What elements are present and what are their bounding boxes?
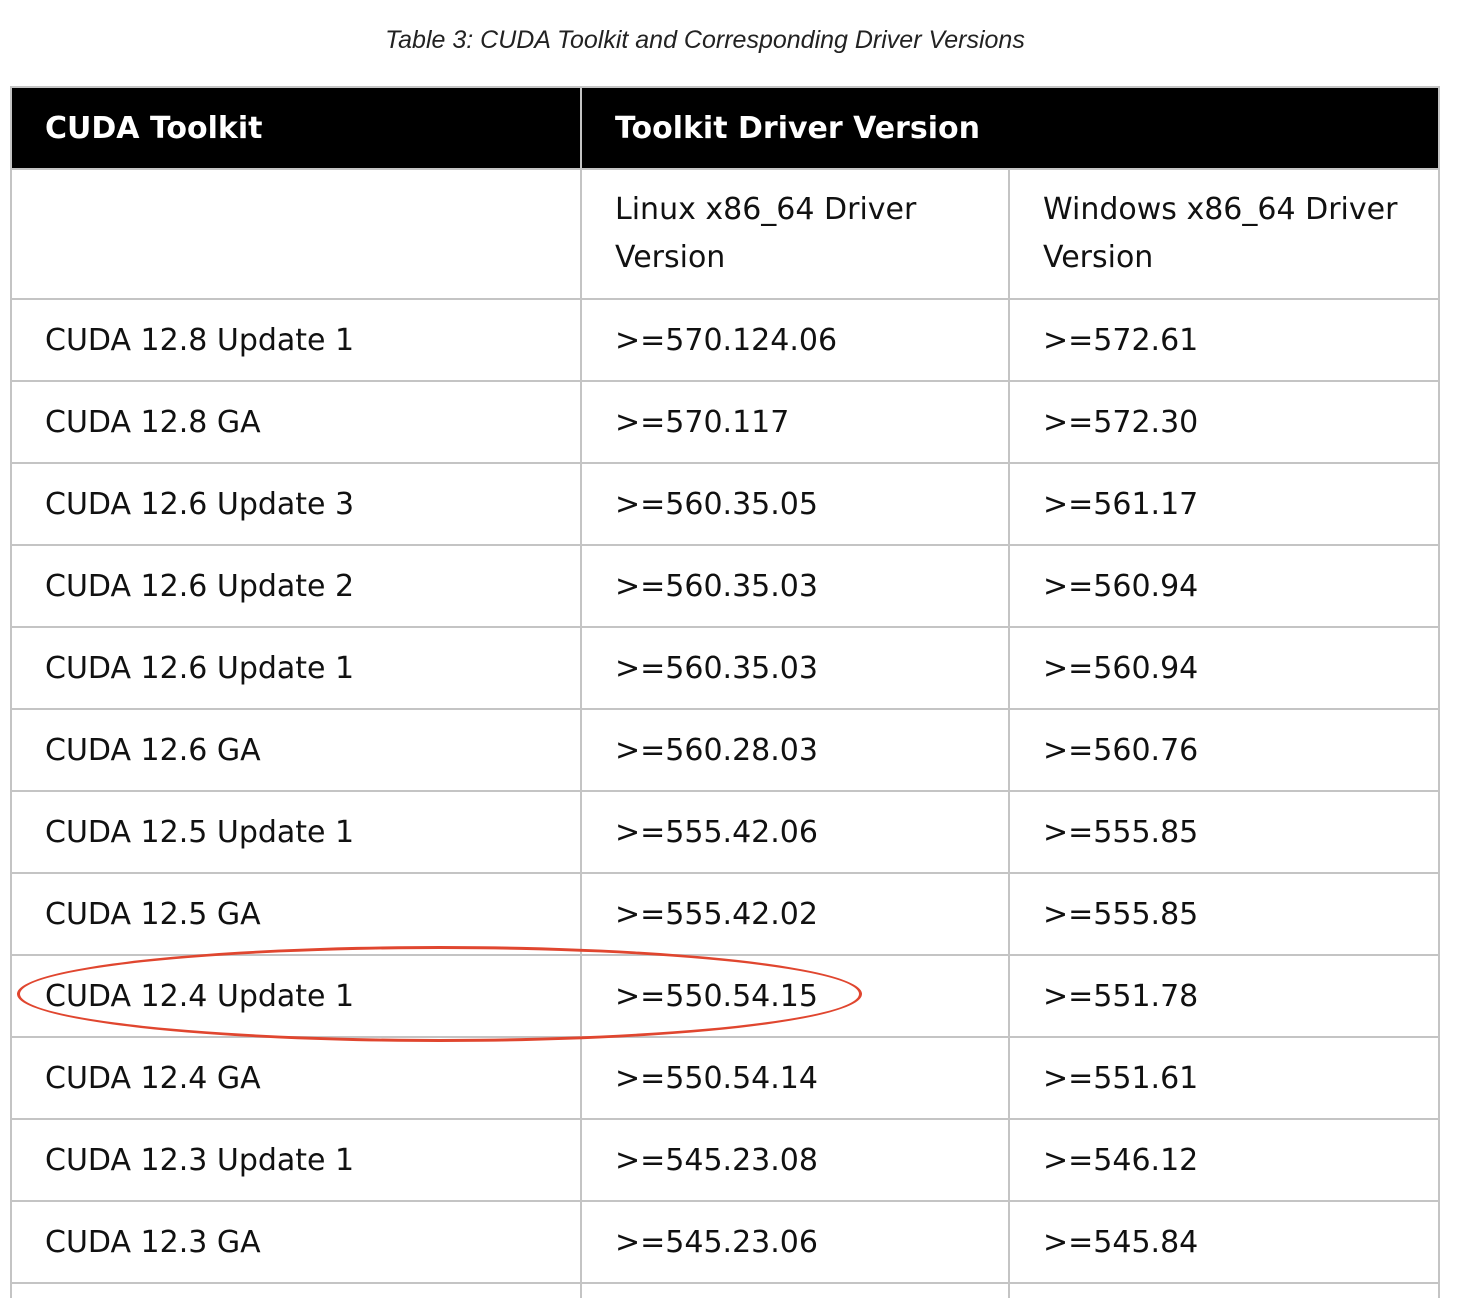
cell-windows-driver-version: >=551.61 xyxy=(1007,1036,1441,1120)
cell-cuda-toolkit: CUDA 12.4 Update 1 xyxy=(10,954,582,1038)
cell-windows-driver-version: >=546.12 xyxy=(1007,1118,1441,1202)
header-toolkit-driver-version: Toolkit Driver Version xyxy=(579,86,1441,170)
table-row: CUDA 12.6 Update 1 >=560.35.03 >=560.94 xyxy=(10,626,1441,710)
table-row: CUDA 12.4 GA >=550.54.14 >=551.61 xyxy=(10,1036,1441,1120)
cell-cuda-toolkit: CUDA 12.6 Update 2 xyxy=(10,544,582,628)
cell-linux-driver-version: >=560.28.03 xyxy=(580,708,1010,792)
table-row: CUDA 12.6 Update 2 >=560.35.03 >=560.94 xyxy=(10,544,1441,628)
cell-windows-driver-version: >=560.76 xyxy=(1007,708,1441,792)
cell-windows-driver-version: >=572.30 xyxy=(1007,380,1441,464)
cell-linux-driver-version: >=545.23.08 xyxy=(580,1118,1010,1202)
cell-windows-driver-version: >=555.85 xyxy=(1007,872,1441,956)
cell-linux-driver-version: >=555.42.02 xyxy=(580,872,1010,956)
cell-cuda-toolkit: CUDA 12.6 Update 1 xyxy=(10,626,582,710)
table-header-row: CUDA Toolkit Toolkit Driver Version xyxy=(10,86,1441,170)
table-row: CUDA 12.6 GA >=560.28.03 >=560.76 xyxy=(10,708,1441,792)
subheader-windows-driver-version: Windows x86_64 Driver Version xyxy=(1007,168,1441,300)
cell-windows-driver-version: >=572.61 xyxy=(1007,298,1441,382)
cell-windows-driver-version: >=551.78 xyxy=(1007,954,1441,1038)
cell-partial xyxy=(580,1282,1010,1298)
table-caption: Table 3: CUDA Toolkit and Corresponding … xyxy=(385,26,1025,54)
cell-windows-driver-version: >=560.94 xyxy=(1007,544,1441,628)
cell-cuda-toolkit: CUDA 12.3 GA xyxy=(10,1200,582,1284)
table-row-partial xyxy=(10,1282,1441,1298)
cell-linux-driver-version: >=550.54.14 xyxy=(580,1036,1010,1120)
cell-windows-driver-version: >=545.84 xyxy=(1007,1200,1441,1284)
table-row: CUDA 12.8 GA >=570.117 >=572.30 xyxy=(10,380,1441,464)
cell-linux-driver-version: >=545.23.06 xyxy=(580,1200,1010,1284)
cell-windows-driver-version: >=555.85 xyxy=(1007,790,1441,874)
table-row: CUDA 12.3 Update 1 >=545.23.08 >=546.12 xyxy=(10,1118,1441,1202)
cell-windows-driver-version: >=560.94 xyxy=(1007,626,1441,710)
table-subheader-row: Linux x86_64 Driver Version Windows x86_… xyxy=(10,168,1441,300)
cell-linux-driver-version: >=570.117 xyxy=(580,380,1010,464)
table-row: CUDA 12.4 Update 1 >=550.54.15 >=551.78 xyxy=(10,954,1441,1038)
subheader-empty-cell xyxy=(10,168,582,300)
cell-linux-driver-version: >=560.35.03 xyxy=(580,626,1010,710)
cell-cuda-toolkit: CUDA 12.3 Update 1 xyxy=(10,1118,582,1202)
cell-linux-driver-version: >=570.124.06 xyxy=(580,298,1010,382)
cell-cuda-toolkit: CUDA 12.4 GA xyxy=(10,1036,582,1120)
cell-cuda-toolkit: CUDA 12.6 GA xyxy=(10,708,582,792)
table-row: CUDA 12.3 GA >=545.23.06 >=545.84 xyxy=(10,1200,1441,1284)
table-row: CUDA 12.5 GA >=555.42.02 >=555.85 xyxy=(10,872,1441,956)
cell-linux-driver-version: >=560.35.05 xyxy=(580,462,1010,546)
table-row: CUDA 12.5 Update 1 >=555.42.06 >=555.85 xyxy=(10,790,1441,874)
cell-windows-driver-version: >=561.17 xyxy=(1007,462,1441,546)
cell-cuda-toolkit: CUDA 12.6 Update 3 xyxy=(10,462,582,546)
cell-cuda-toolkit: CUDA 12.8 Update 1 xyxy=(10,298,582,382)
cell-cuda-toolkit: CUDA 12.5 GA xyxy=(10,872,582,956)
table-row: CUDA 12.8 Update 1 >=570.124.06 >=572.61 xyxy=(10,298,1441,382)
cell-partial xyxy=(1007,1282,1441,1298)
cell-cuda-toolkit: CUDA 12.8 GA xyxy=(10,380,582,464)
driver-version-table: CUDA Toolkit Toolkit Driver Version Linu… xyxy=(10,86,1441,1298)
cell-partial xyxy=(10,1282,582,1298)
cell-linux-driver-version: >=555.42.06 xyxy=(580,790,1010,874)
table-row: CUDA 12.6 Update 3 >=560.35.05 >=561.17 xyxy=(10,462,1441,546)
cell-linux-driver-version: >=560.35.03 xyxy=(580,544,1010,628)
header-cuda-toolkit: CUDA Toolkit xyxy=(10,86,582,170)
cell-linux-driver-version: >=550.54.15 xyxy=(580,954,1010,1038)
subheader-linux-driver-version: Linux x86_64 Driver Version xyxy=(580,168,1010,300)
cell-cuda-toolkit: CUDA 12.5 Update 1 xyxy=(10,790,582,874)
